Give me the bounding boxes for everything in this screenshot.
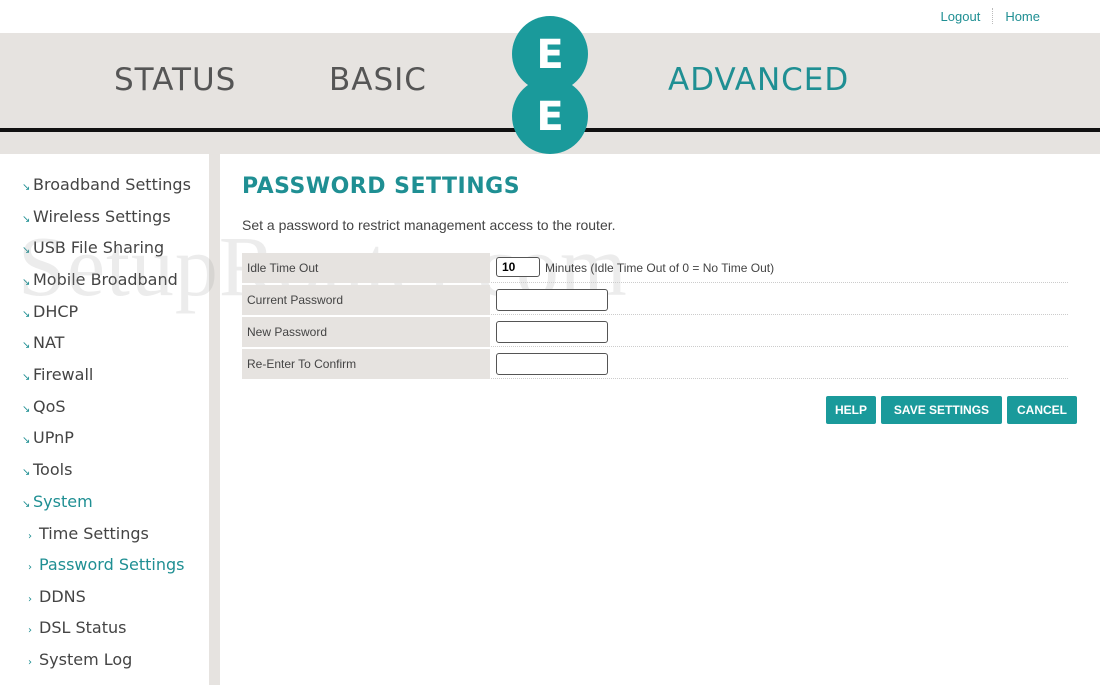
sidebar-subitem-system-log[interactable]: › System Log [28,650,132,669]
nav-tab-status[interactable]: STATUS [114,62,236,98]
link-separator [992,8,994,24]
chevron-down-right-icon: ↘ [22,182,31,193]
new-password-input[interactable] [496,321,608,343]
sidebar-item-label: Firewall [33,365,94,384]
chevron-down-right-icon: ↘ [22,435,31,446]
confirm-password-input[interactable] [496,353,608,375]
chevron-right-icon: › [28,562,32,573]
sidebar-item-qos[interactable]: ↘ QoS [22,397,66,416]
chevron-right-icon: › [28,657,32,668]
chevron-down-right-icon: ↘ [22,277,31,288]
current-password-input[interactable] [496,289,608,311]
sidebar-item-upnp[interactable]: ↘ UPnP [22,428,74,447]
sidebar-subitem-label: Password Settings [39,555,185,574]
save-settings-button[interactable]: SAVE SETTINGS [881,396,1002,424]
logout-link[interactable]: Logout [941,9,981,24]
sidebar-item-dhcp[interactable]: ↘ DHCP [22,302,78,321]
chevron-down-right-icon: ↘ [22,214,31,225]
chevron-down-right-icon: ↘ [22,372,31,383]
sidebar-subitem-time-settings[interactable]: › Time Settings [28,524,149,543]
chevron-down-right-icon: ↘ [22,467,31,478]
sidebar-item-system[interactable]: ↘ System [22,492,93,511]
logo-letter-top: E [536,32,564,78]
sidebar-item-label: Tools [33,460,73,479]
sidebar-item-label: System [33,492,93,511]
sidebar-subitem-label: System Log [39,650,133,669]
sidebar-item-wireless-settings[interactable]: ↘ Wireless Settings [22,207,171,226]
page-title: PASSWORD SETTINGS [242,174,521,199]
sidebar-item-label: Mobile Broadband [33,270,178,289]
sidebar-item-label: Wireless Settings [33,207,171,226]
sidebar-subitem-label: DSL Status [39,618,127,637]
sidebar-item-firewall[interactable]: ↘ Firewall [22,365,93,384]
sidebar-item-nat[interactable]: ↘ NAT [22,333,64,352]
logo-letter-bottom: E [536,94,564,140]
sidebar-item-label: Broadband Settings [33,175,191,194]
chevron-down-right-icon: ↘ [22,309,31,320]
idle-timeout-note: Minutes (Idle Time Out of 0 = No Time Ou… [545,261,775,275]
new-password-row: New Password [242,317,1068,347]
idle-timeout-input[interactable] [496,257,540,277]
sidebar-item-usb-file-sharing[interactable]: ↘ USB File Sharing [22,238,164,257]
current-password-label: Current Password [242,285,490,315]
sidebar-item-label: DHCP [33,302,79,321]
chevron-right-icon: › [28,531,32,542]
sidebar-item-label: NAT [33,333,65,352]
chevron-down-right-icon: ↘ [22,245,31,256]
idle-timeout-row: Idle Time Out Minutes (Idle Time Out of … [242,253,1068,283]
chevron-right-icon: › [28,594,32,605]
nav-tab-advanced[interactable]: ADVANCED [668,62,849,98]
chevron-down-right-icon: ↘ [22,404,31,415]
sidebar-item-label: QoS [33,397,66,416]
sidebar-item-mobile-broadband[interactable]: ↘ Mobile Broadband [22,270,178,289]
top-links: Logout Home [941,8,1040,24]
sidebar-subitem-ddns[interactable]: › DDNS [28,587,86,606]
sidebar-item-label: USB File Sharing [33,238,165,257]
current-password-row: Current Password [242,285,1068,315]
sidebar-subitem-dsl-status[interactable]: › DSL Status [28,618,126,637]
chevron-down-right-icon: ↘ [22,499,31,510]
sidebar-subitem-password-settings[interactable]: › Password Settings [28,555,184,574]
new-password-label: New Password [242,317,490,347]
sidebar-item-broadband-settings[interactable]: ↘ Broadband Settings [22,175,191,194]
sidebar-item-tools[interactable]: ↘ Tools [22,460,72,479]
cancel-button[interactable]: CANCEL [1007,396,1077,424]
confirm-password-label: Re-Enter To Confirm [242,349,490,379]
sidebar-divider [209,154,220,685]
intro-text: Set a password to restrict management ac… [242,217,616,233]
idle-timeout-label: Idle Time Out [242,253,490,283]
help-button[interactable]: HELP [826,396,876,424]
nav-tab-basic[interactable]: BASIC [329,62,427,98]
confirm-password-row: Re-Enter To Confirm [242,349,1068,379]
home-link[interactable]: Home [1005,9,1040,24]
chevron-right-icon: › [28,625,32,636]
sidebar-item-label: UPnP [33,428,74,447]
ee-logo: E E [512,16,588,154]
sidebar-subitem-label: DDNS [39,587,86,606]
sidebar-subitem-label: Time Settings [39,524,149,543]
chevron-down-right-icon: ↘ [22,340,31,351]
